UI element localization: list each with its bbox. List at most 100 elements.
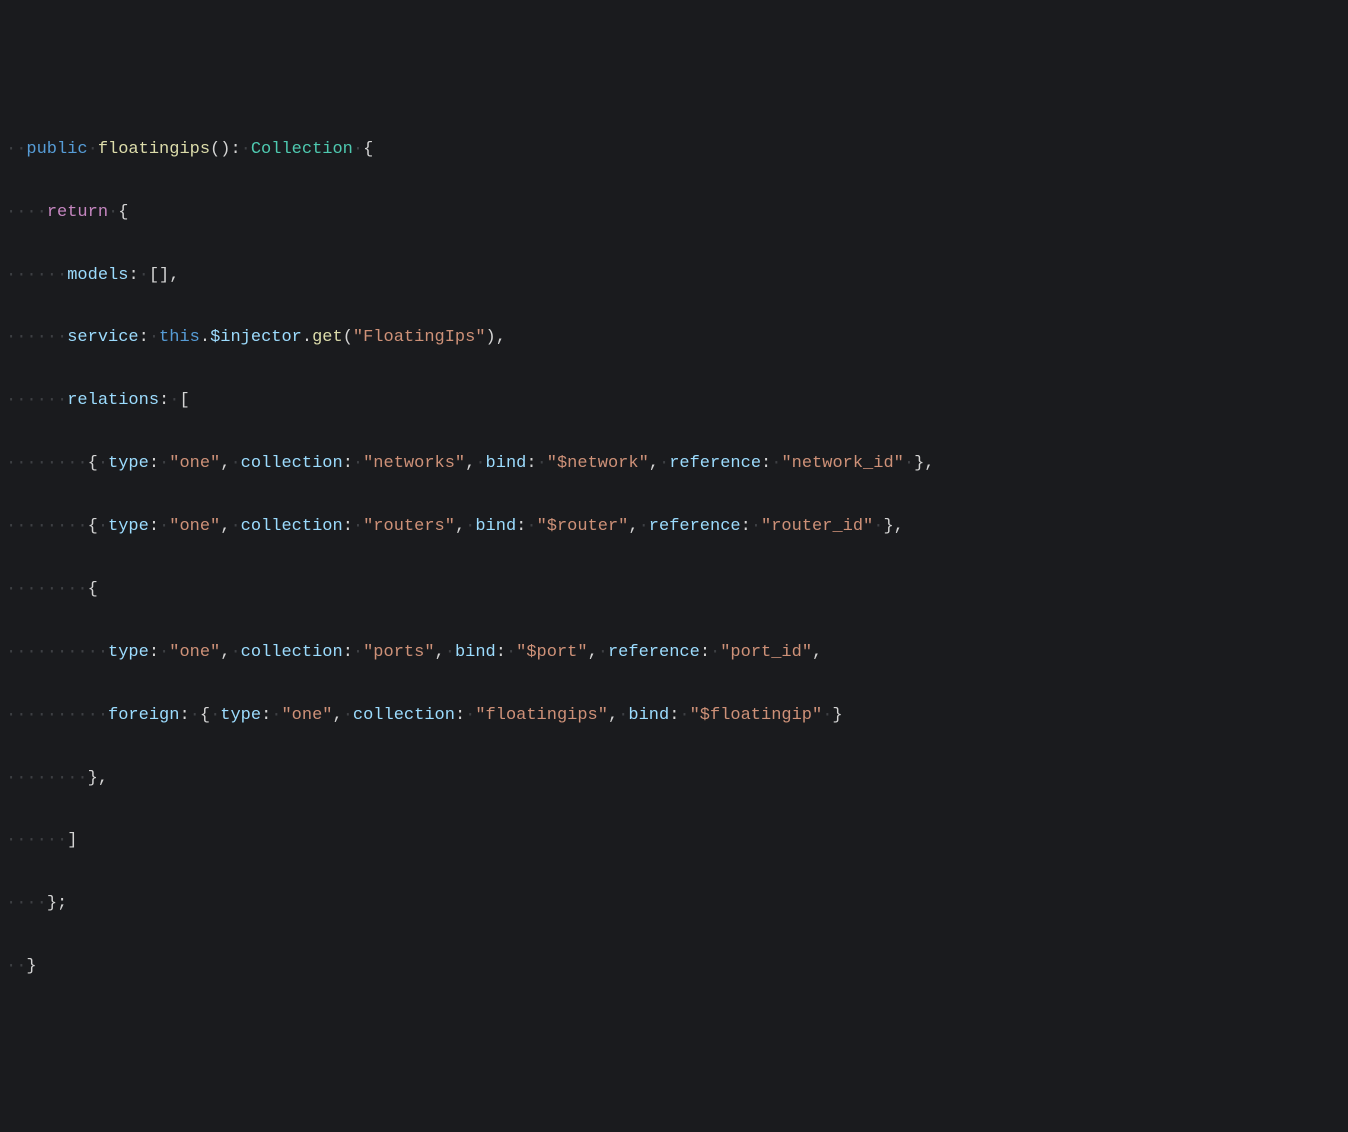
comma: , <box>628 517 638 536</box>
whitespace: · <box>465 706 475 725</box>
whitespace: · <box>598 643 608 662</box>
whitespace: ···· <box>6 203 47 222</box>
dot: . <box>302 328 312 347</box>
code-line-1[interactable]: ··public·floatingips():·Collection·{ <box>0 134 1348 165</box>
string-literal: "floatingips" <box>475 706 608 725</box>
keyword-public: public <box>26 140 87 159</box>
colon: : <box>230 140 240 159</box>
string-literal: "networks" <box>363 454 465 473</box>
whitespace: · <box>771 454 781 473</box>
property-collection: collection <box>241 517 343 536</box>
whitespace: · <box>526 517 536 536</box>
string-literal: "port_id" <box>720 643 812 662</box>
string-literal: "one" <box>281 706 332 725</box>
colon: : <box>128 266 138 285</box>
whitespace: · <box>159 517 169 536</box>
code-line-8[interactable]: ········{ <box>0 574 1348 605</box>
whitespace: · <box>679 706 689 725</box>
code-line-14[interactable]: ··} <box>0 951 1348 982</box>
code-line-4[interactable]: ······service:·this.$injector.get("Float… <box>0 322 1348 353</box>
whitespace: ·· <box>6 140 26 159</box>
close-paren: ) <box>220 140 230 159</box>
close-brace: } <box>832 706 842 725</box>
code-line-3[interactable]: ······models:·[], <box>0 260 1348 291</box>
string-literal: "ports" <box>363 643 434 662</box>
comma: , <box>220 517 230 536</box>
code-line-12[interactable]: ······] <box>0 825 1348 856</box>
code-line-6[interactable]: ········{·type:·"one",·collection:·"netw… <box>0 448 1348 479</box>
comma: , <box>220 643 230 662</box>
colon: : <box>761 454 771 473</box>
comma: , <box>894 517 904 536</box>
code-line-11[interactable]: ········}, <box>0 763 1348 794</box>
comma: , <box>98 769 108 788</box>
colon: : <box>149 517 159 536</box>
whitespace: ·········· <box>6 643 108 662</box>
comma: , <box>588 643 598 662</box>
code-line-9[interactable]: ··········type:·"one",·collection:·"port… <box>0 637 1348 668</box>
close-paren: ) <box>486 328 496 347</box>
whitespace: · <box>465 517 475 536</box>
method-get: get <box>312 328 343 347</box>
property-type: type <box>108 643 149 662</box>
comma: , <box>649 454 659 473</box>
whitespace: ······ <box>6 831 67 850</box>
colon: : <box>343 517 353 536</box>
whitespace: · <box>353 643 363 662</box>
comma: , <box>333 706 343 725</box>
colon: : <box>669 706 679 725</box>
colon: : <box>455 706 465 725</box>
whitespace: · <box>241 140 251 159</box>
comma: , <box>608 706 618 725</box>
whitespace: · <box>343 706 353 725</box>
whitespace: ······ <box>6 266 67 285</box>
code-line-5[interactable]: ······relations:·[ <box>0 385 1348 416</box>
property-service: service <box>67 328 138 347</box>
semicolon: ; <box>57 894 67 913</box>
whitespace: · <box>353 517 363 536</box>
code-line-13[interactable]: ····}; <box>0 888 1348 919</box>
whitespace: ···· <box>6 894 47 913</box>
colon: : <box>343 643 353 662</box>
whitespace: · <box>353 454 363 473</box>
code-line-10[interactable]: ··········foreign:·{·type:·"one",·collec… <box>0 700 1348 731</box>
property-injector: $injector <box>210 328 302 347</box>
comma: , <box>924 454 934 473</box>
colon: : <box>516 517 526 536</box>
whitespace: · <box>353 140 363 159</box>
string-literal: "$network" <box>547 454 649 473</box>
whitespace: ······ <box>6 391 67 410</box>
close-brace: } <box>26 957 36 976</box>
string-literal: "router_id" <box>761 517 873 536</box>
open-brace: { <box>363 140 373 159</box>
code-line-7[interactable]: ········{·type:·"one",·collection:·"rout… <box>0 511 1348 542</box>
colon: : <box>700 643 710 662</box>
comma: , <box>455 517 465 536</box>
open-bracket: [ <box>149 266 159 285</box>
whitespace: ········ <box>6 769 88 788</box>
colon: : <box>496 643 506 662</box>
whitespace: · <box>230 517 240 536</box>
dot: . <box>200 328 210 347</box>
colon: : <box>179 706 189 725</box>
whitespace: ·········· <box>6 706 108 725</box>
whitespace: · <box>190 706 200 725</box>
property-collection: collection <box>353 706 455 725</box>
comma: , <box>169 266 179 285</box>
string-literal: "one" <box>169 454 220 473</box>
keyword-this: this <box>159 328 200 347</box>
comma: , <box>465 454 475 473</box>
property-bind: bind <box>628 706 669 725</box>
whitespace: · <box>506 643 516 662</box>
whitespace: · <box>108 203 118 222</box>
string-literal: "$router" <box>537 517 629 536</box>
open-brace: { <box>200 706 210 725</box>
whitespace: ········ <box>6 580 88 599</box>
open-paren: ( <box>210 140 220 159</box>
code-editor[interactable]: ··public·floatingips():·Collection·{ ···… <box>0 134 1348 983</box>
code-line-2[interactable]: ····return·{ <box>0 197 1348 228</box>
whitespace: · <box>659 454 669 473</box>
comma: , <box>435 643 445 662</box>
whitespace: · <box>271 706 281 725</box>
colon: : <box>526 454 536 473</box>
